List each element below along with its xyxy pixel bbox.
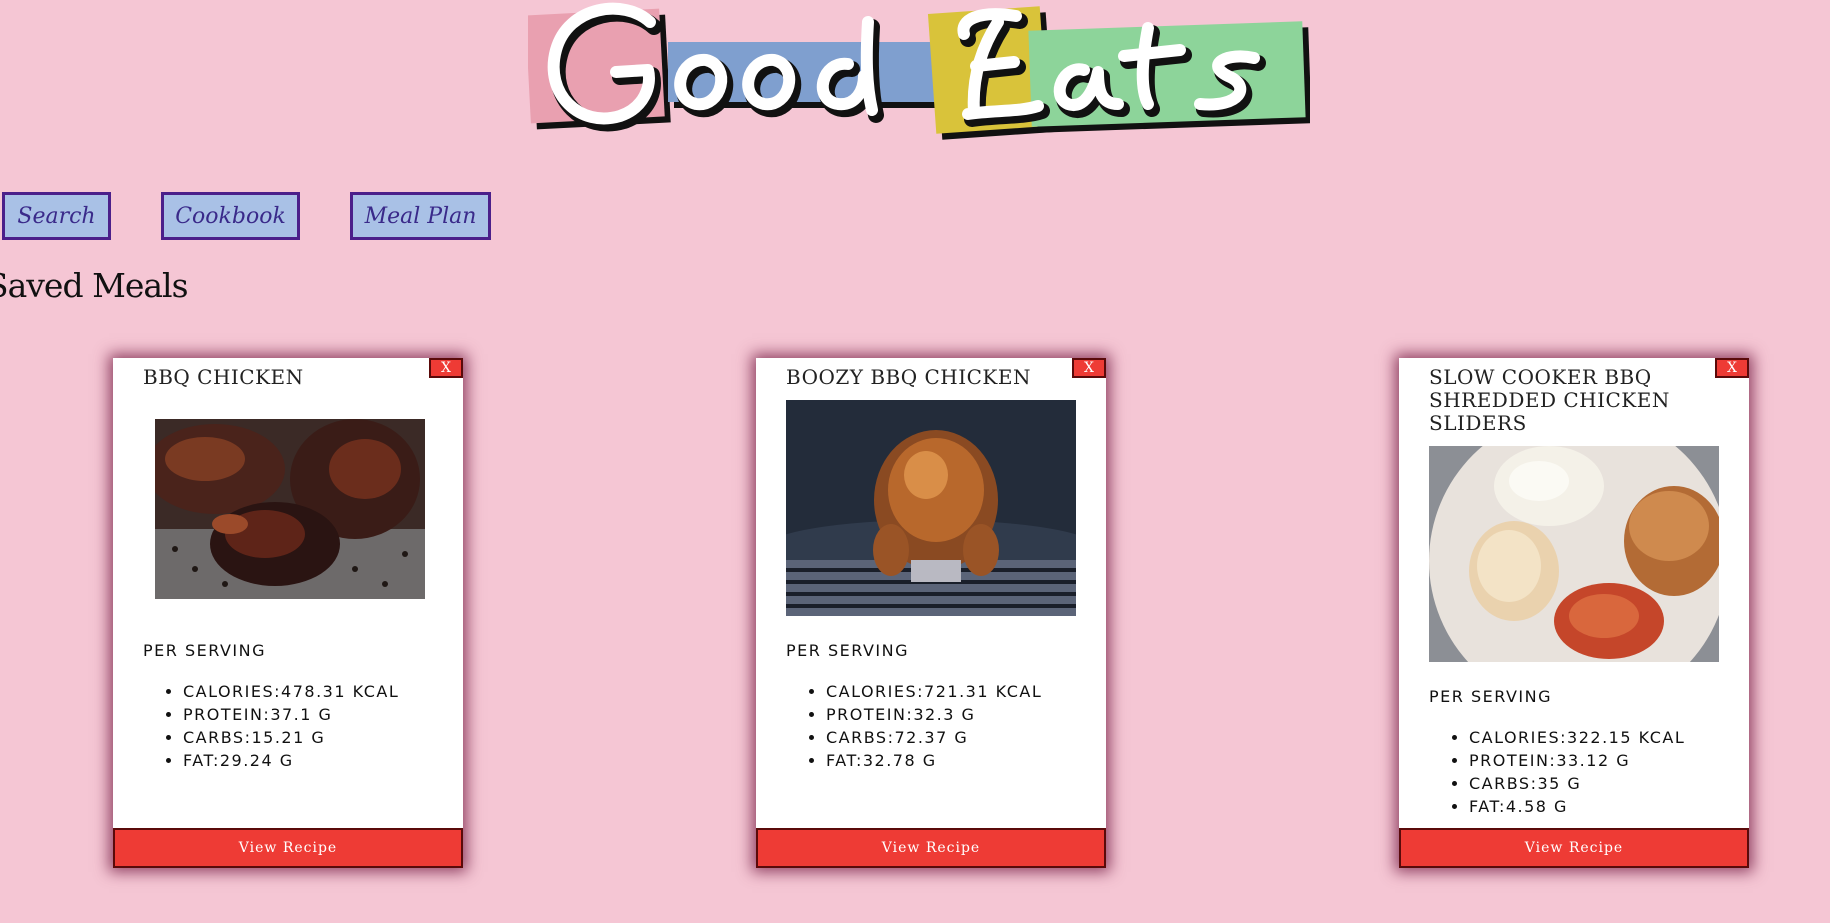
protein-value: Protein:32.3 g xyxy=(826,703,1042,726)
remove-meal-button[interactable]: X xyxy=(429,358,463,378)
meal-card: X Slow Cooker BBQ Shredded Chicken Slide… xyxy=(1399,358,1749,868)
carbs-value: Carbs:72.37 g xyxy=(826,726,1042,749)
cookbook-nav-button[interactable]: Cookbook xyxy=(161,192,300,240)
search-nav-button[interactable]: Search xyxy=(2,192,111,240)
per-serving-label: Per Serving xyxy=(786,641,909,660)
meal-card: X Boozy BBQ Chicken Per Serving Calo xyxy=(756,358,1106,868)
meal-photo xyxy=(155,419,425,599)
logo-graphic xyxy=(528,2,1310,140)
meal-title: Boozy BBQ Chicken xyxy=(786,365,1031,389)
view-recipe-button[interactable]: View Recipe xyxy=(756,828,1106,868)
nutrient-list: Calories:721.31 kcal Protein:32.3 g Carb… xyxy=(796,680,1042,772)
meal-title: Slow Cooker BBQ Shredded Chicken Sliders xyxy=(1429,365,1670,435)
calories-value: Calories:721.31 kcal xyxy=(826,680,1042,703)
protein-value: Protein:37.1 g xyxy=(183,703,399,726)
meal-photo xyxy=(1429,446,1719,662)
page: Search Cookbook Meal Plan Saved Meals X … xyxy=(0,0,1830,923)
protein-value: Protein:33.12 g xyxy=(1469,749,1685,772)
remove-meal-button[interactable]: X xyxy=(1715,358,1749,378)
meal-plan-nav-button[interactable]: Meal Plan xyxy=(350,192,491,240)
per-serving-label: Per Serving xyxy=(1429,687,1552,706)
calories-value: Calories:478.31 kcal xyxy=(183,680,399,703)
carbs-value: Carbs:15.21 g xyxy=(183,726,399,749)
fat-value: Fat:4.58 g xyxy=(1469,795,1685,818)
meal-title: BBQ Chicken xyxy=(143,365,304,389)
meal-card: X BBQ Chicken Per Serving Calories:4 xyxy=(113,358,463,868)
calories-value: Calories:322.15 kcal xyxy=(1469,726,1685,749)
nutrient-list: Calories:478.31 kcal Protein:37.1 g Carb… xyxy=(153,680,399,772)
fat-value: Fat:29.24 g xyxy=(183,749,399,772)
nutrient-list: Calories:322.15 kcal Protein:33.12 g Car… xyxy=(1439,726,1685,818)
carbs-value: Carbs:35 g xyxy=(1469,772,1685,795)
good-eats-logo xyxy=(528,0,1310,140)
page-title: Saved Meals xyxy=(0,266,189,305)
meal-photo xyxy=(786,400,1076,616)
remove-meal-button[interactable]: X xyxy=(1072,358,1106,378)
view-recipe-button[interactable]: View Recipe xyxy=(113,828,463,868)
fat-value: Fat:32.78 g xyxy=(826,749,1042,772)
view-recipe-button[interactable]: View Recipe xyxy=(1399,828,1749,868)
per-serving-label: Per Serving xyxy=(143,641,266,660)
